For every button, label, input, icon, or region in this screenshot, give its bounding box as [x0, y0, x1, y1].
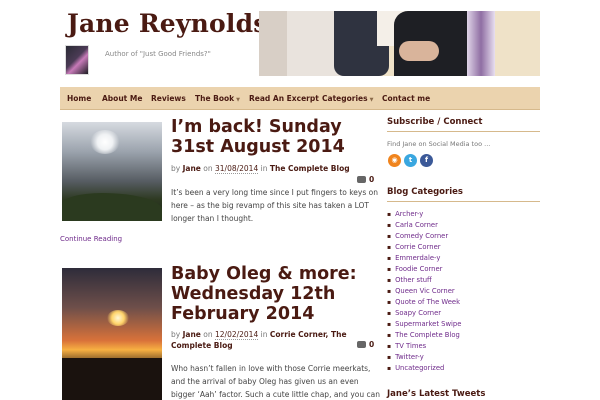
category-link[interactable]: Foodie Corner: [387, 264, 461, 275]
nav-item-about-me[interactable]: About Me: [102, 94, 142, 103]
post-meta: by Jane on 31/08/2014 in The Complete Bl…: [171, 164, 350, 174]
chevron-down-icon: ▼: [236, 97, 241, 103]
continue-reading-link[interactable]: Continue Reading: [60, 235, 122, 243]
chevron-down-icon: ▼: [369, 97, 374, 103]
category-link[interactable]: Carla Corner: [387, 220, 461, 231]
category-link[interactable]: Corrie Corner: [387, 242, 461, 253]
comment-count[interactable]: 0: [357, 340, 374, 349]
post-category-link[interactable]: The Complete Blog: [270, 164, 350, 173]
comment-count[interactable]: 0: [357, 175, 374, 184]
post-title[interactable]: Baby Oleg & more: Wednesday 12th Februar…: [171, 264, 376, 324]
post-title[interactable]: I’m back! Sunday 31st August 2014: [171, 117, 376, 157]
comment-bubble-icon: [357, 341, 366, 348]
comment-bubble-icon: [357, 176, 366, 183]
post-meta: by Jane on 12/02/2014 in Corrie Corner, …: [171, 330, 347, 350]
category-link[interactable]: Comedy Corner: [387, 231, 461, 242]
post-author-link[interactable]: Jane: [183, 164, 201, 173]
nav-item-the-book[interactable]: The Book ▼: [195, 94, 240, 103]
category-link[interactable]: TV Times: [387, 341, 461, 352]
category-link[interactable]: Queen Vic Corner: [387, 286, 461, 297]
category-link[interactable]: The Complete Blog: [387, 330, 461, 341]
facebook-icon[interactable]: f: [420, 154, 433, 167]
nav-item-reviews[interactable]: Reviews: [151, 94, 186, 103]
category-link[interactable]: Emmerdale-y: [387, 253, 461, 264]
twitter-icon[interactable]: t: [404, 154, 417, 167]
nav-item-categories[interactable]: Categories ▼: [322, 94, 373, 103]
nav-item-contact-me[interactable]: Contact me: [382, 94, 430, 103]
widget-title-subscribe: Subscribe / Connect: [387, 117, 540, 132]
category-link[interactable]: Supermarket Swipe: [387, 319, 461, 330]
widget-title-categories: Blog Categories: [387, 187, 540, 202]
nav-item-home[interactable]: Home: [67, 94, 91, 103]
post-excerpt: It’s been a very long time since I put f…: [171, 188, 378, 223]
author-avatar: [65, 45, 89, 75]
site-tagline: Author of "Just Good Friends?": [105, 50, 211, 58]
post-thumbnail[interactable]: [62, 268, 162, 400]
main-nav: Home About Me Reviews The Book ▼ Read An …: [60, 87, 540, 110]
nav-item-read-an-excerpt[interactable]: Read An Excerpt: [249, 94, 319, 103]
category-link[interactable]: Archer-y: [387, 209, 461, 220]
category-link[interactable]: Soapy Corner: [387, 308, 461, 319]
subscribe-text: Find Jane on Social Media too ...: [387, 140, 491, 148]
category-link[interactable]: Quote of The Week: [387, 297, 461, 308]
post-date: 12/02/2014: [215, 330, 259, 340]
category-list: Archer-y Carla Corner Comedy Corner Corr…: [387, 209, 461, 374]
post-author-link[interactable]: Jane: [183, 330, 201, 339]
post-thumbnail[interactable]: [62, 122, 162, 221]
rss-icon[interactable]: ◉: [388, 154, 401, 167]
post-excerpt: Who hasn’t fallen in love with those Cor…: [171, 364, 380, 399]
category-link[interactable]: Other stuff: [387, 275, 461, 286]
header-banner-image: [259, 11, 540, 76]
widget-title-tweets: Jane’s Latest Tweets: [387, 389, 540, 400]
post-date: 31/08/2014: [215, 164, 259, 174]
category-link[interactable]: Twitter-y: [387, 352, 461, 363]
site-title[interactable]: Jane Reynolds: [67, 9, 268, 38]
category-link[interactable]: Uncategorized: [387, 363, 461, 374]
